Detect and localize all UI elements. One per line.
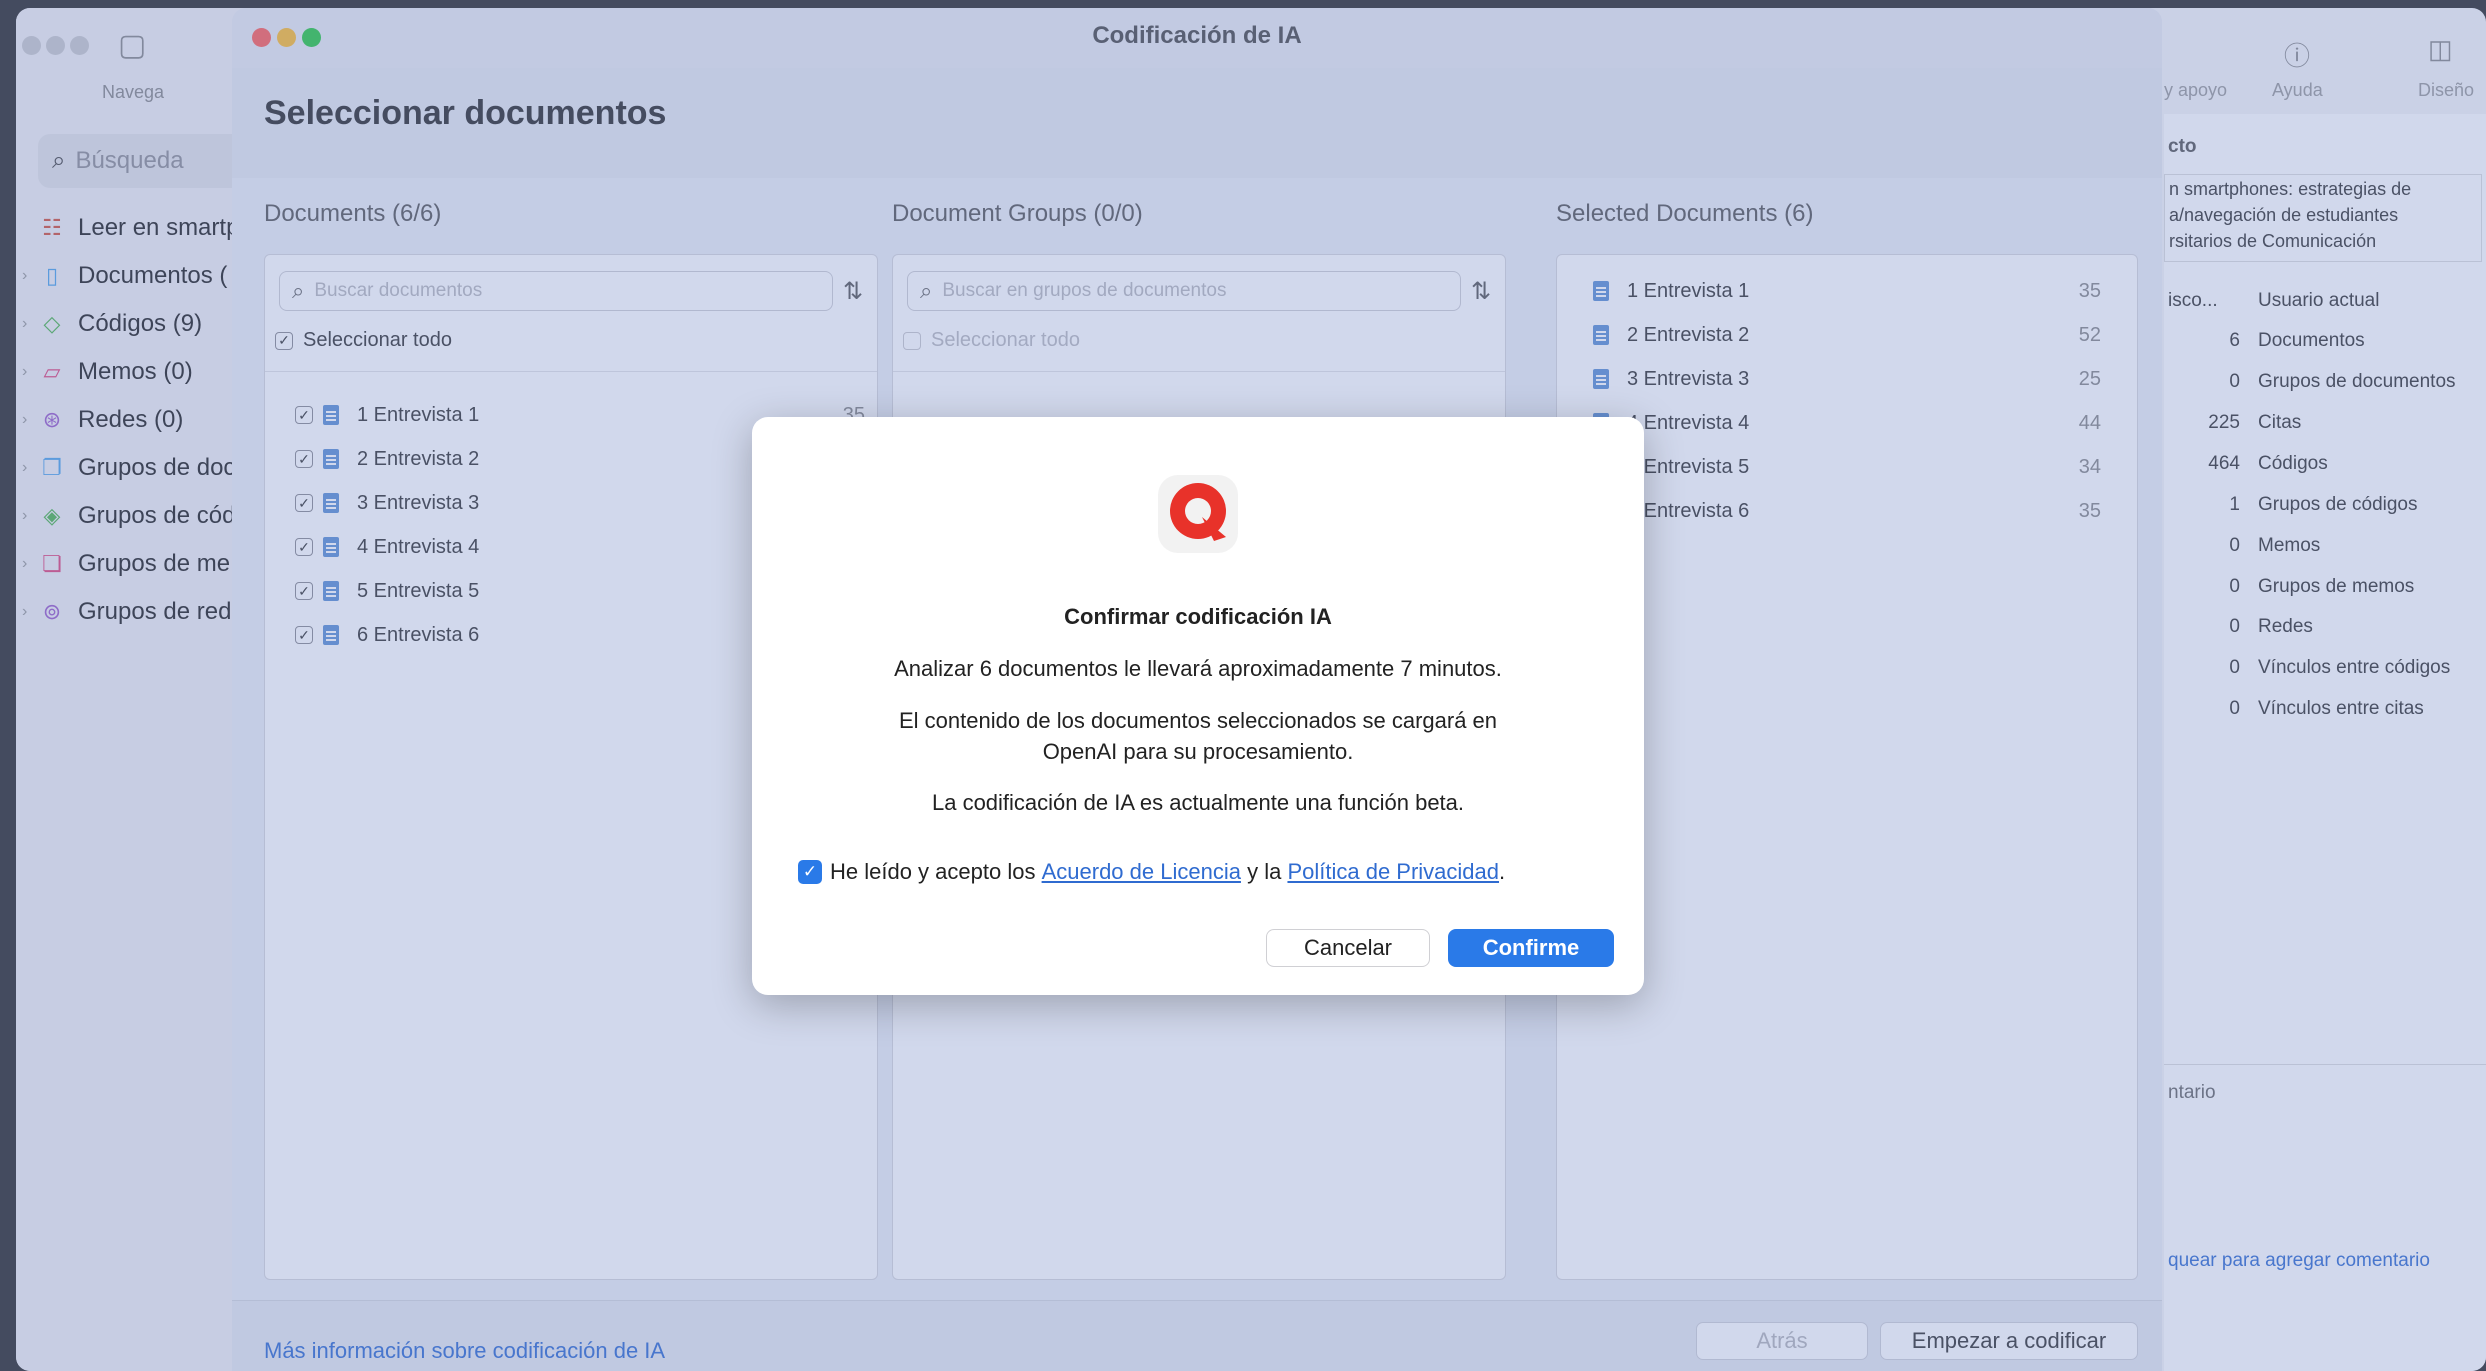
dialog-beta-text: La codificación de IA es actualmente una… (931, 790, 1465, 815)
privacy-policy-link[interactable]: Política de Privacidad (1287, 859, 1499, 885)
confirm-button[interactable]: Confirme (1448, 929, 1614, 967)
agreement-text: . (1499, 859, 1506, 884)
confirm-dialog: Confirmar codificación IA Analizar 6 doc… (752, 417, 1644, 995)
atlas-ti-logo-icon (1158, 475, 1238, 553)
license-agreement-link[interactable]: Acuerdo de Licencia (1042, 859, 1241, 885)
dialog-upload-text-line2: OpenAI para su procesamiento. (1042, 739, 1354, 764)
agreement-checkbox-checked-icon[interactable]: ✓ (798, 860, 822, 884)
cancel-button[interactable]: Cancelar (1266, 929, 1430, 967)
dialog-estimate-text: Analizar 6 documentos le llevará aproxim… (894, 656, 1502, 681)
agreement-text: He leído y acepto los (830, 859, 1036, 884)
agreement-row: ✓ He leído y acepto los Acuerdo de Licen… (798, 859, 1505, 885)
dialog-upload-text-line1: El contenido de los documentos seleccion… (898, 708, 1498, 733)
dialog-title: Confirmar codificación IA (1064, 604, 1332, 629)
agreement-text: y la (1247, 859, 1282, 884)
